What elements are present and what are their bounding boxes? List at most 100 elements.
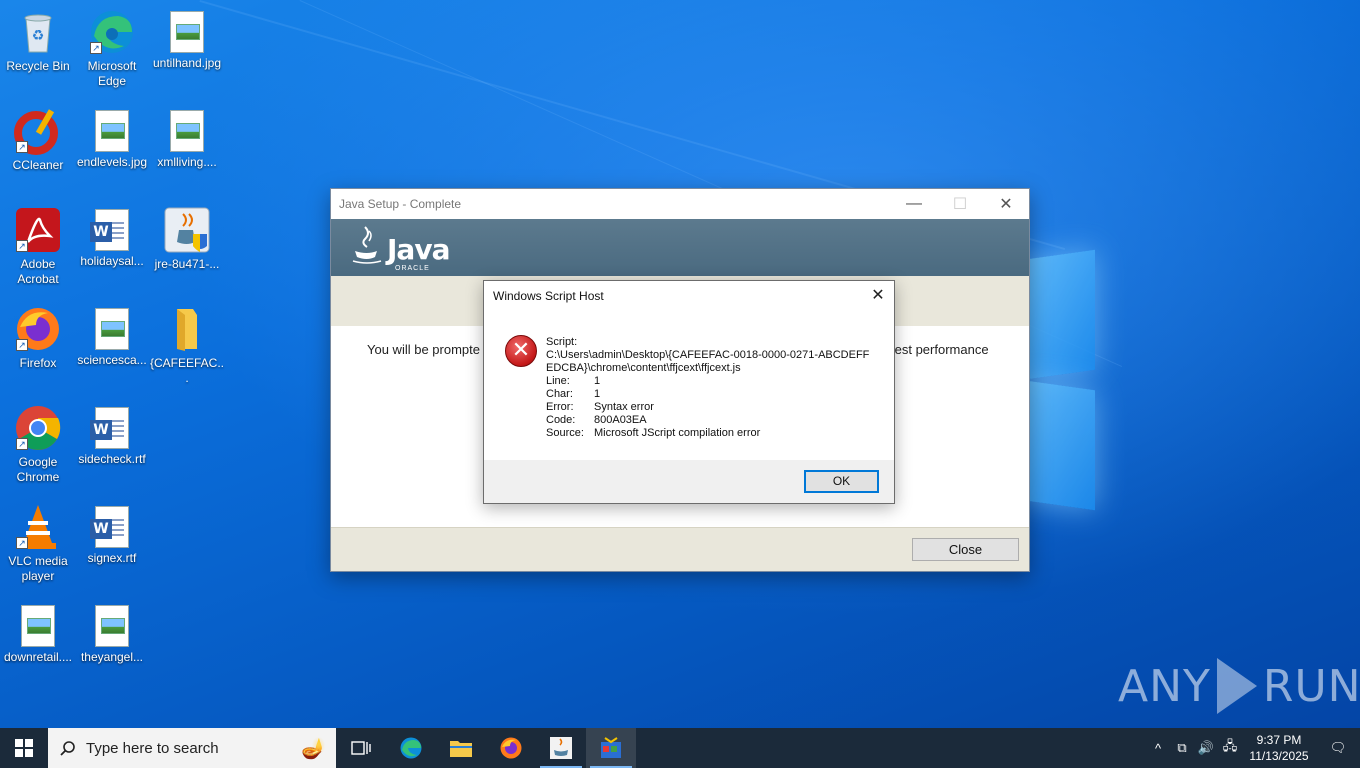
wsh-close-button[interactable]: ✕: [862, 281, 894, 311]
desktop-icon-vlc[interactable]: ↗ VLC media player: [0, 503, 76, 584]
java-footer: Close: [331, 527, 1029, 571]
taskbar-search-box[interactable]: Type here to search 🪔: [48, 728, 336, 768]
start-button[interactable]: [0, 728, 48, 768]
notifications-icon[interactable]: 🗨: [1316, 740, 1360, 756]
desktop-icon-recycle-bin[interactable]: ♻ Recycle Bin: [0, 8, 76, 74]
ok-button[interactable]: OK: [804, 470, 879, 493]
search-highlight-icon: 🪔: [301, 738, 326, 760]
desktop-icon-firefox[interactable]: ↗ Firefox: [0, 305, 76, 371]
close-icon: ✕: [999, 196, 1013, 213]
word-document-icon: W: [90, 209, 129, 251]
desktop-icon-file[interactable]: sciencesca...: [74, 305, 150, 368]
desktop-icon-label: holidaysal...: [80, 254, 144, 268]
system-tray: ^ ⧉ 🔊 🖧 9:37 PM 11/13/2025 🗨: [1146, 728, 1360, 768]
taskbar-firefox[interactable]: [486, 728, 536, 768]
desktop-icon-label: Google Chrome: [16, 455, 60, 484]
java-window-title: Java Setup - Complete: [339, 197, 462, 211]
chrome-icon: ↗: [14, 404, 62, 452]
detail-row: Line: 1: [546, 375, 601, 387]
desktop-icon-label: endlevels.jpg: [76, 155, 148, 169]
play-icon: [1216, 658, 1257, 714]
wsh-content: ✕ Script: C:\Users\admin\Desktop\{CAFEEF…: [484, 311, 894, 461]
detail-row: Code: 800A03EA: [546, 414, 647, 426]
recycle-bin-icon: ♻: [14, 8, 62, 56]
taskbar-file-explorer[interactable]: [436, 728, 486, 768]
desktop-icon-folder[interactable]: {CAFEEFAC...: [149, 305, 225, 386]
clock[interactable]: 9:37 PM 11/13/2025: [1242, 732, 1316, 764]
desktop-icon-ccleaner[interactable]: ↗ CCleaner: [0, 107, 76, 173]
edge-icon: [400, 737, 422, 759]
shortcut-arrow-icon: ↗: [16, 537, 28, 549]
java-message-right: test performance: [891, 342, 989, 357]
wsh-error-details: Script: C:\Users\admin\Desktop\{CAFEEFAC…: [546, 336, 869, 440]
chevron-up-icon[interactable]: ^: [1146, 741, 1170, 756]
wsh-error-dialog: Windows Script Host ✕ ✕ Script: C:\Users…: [483, 280, 895, 504]
wsh-footer: OK: [484, 460, 894, 503]
desktop-icon-label: theyangel...: [80, 650, 144, 664]
desktop-icon-label: untilhand.jpg: [152, 56, 222, 70]
desktop-icon-microsoft-edge[interactable]: ↗ Microsoft Edge: [74, 8, 150, 89]
desktop-icon-file[interactable]: endlevels.jpg: [74, 107, 150, 170]
desktop-icon-file[interactable]: theyangel...: [74, 602, 150, 665]
desktop-icon-label: sciencesca...: [77, 353, 147, 367]
anyrun-watermark: ANY RUN: [1118, 658, 1360, 714]
close-window-button[interactable]: ✕: [983, 189, 1029, 219]
desktop-icon-label: Firefox: [19, 356, 57, 370]
desktop-icon-file[interactable]: W sidecheck.rtf: [74, 404, 150, 467]
desktop-icon-label: Recycle Bin: [6, 59, 70, 73]
network-icon[interactable]: 🖧: [1218, 737, 1242, 759]
taskbar-script-host[interactable]: [586, 728, 636, 768]
volume-icon[interactable]: 🔊: [1194, 740, 1218, 756]
detail-row: Source: Microsoft JScript compilation err…: [546, 427, 761, 439]
java-installer-icon: [163, 206, 211, 254]
search-icon: [60, 741, 75, 756]
error-icon: ✕: [505, 335, 537, 367]
minimize-button[interactable]: —: [891, 189, 937, 219]
maximize-button[interactable]: ☐: [937, 189, 983, 219]
minimize-icon: —: [906, 195, 922, 212]
clock-date: 11/13/2025: [1249, 749, 1309, 763]
close-icon: ✕: [871, 287, 885, 304]
desktop-icon-file[interactable]: downretail....: [0, 602, 76, 665]
acrobat-icon: ↗: [14, 206, 62, 254]
taskbar-java-setup[interactable]: [536, 728, 586, 768]
desktop-icon-google-chrome[interactable]: ↗ Google Chrome: [0, 404, 76, 485]
script-host-icon: [601, 737, 621, 758]
search-placeholder: Type here to search: [86, 739, 219, 757]
shortcut-arrow-icon: ↗: [16, 141, 28, 153]
vlc-icon: ↗: [14, 503, 62, 551]
clock-time: 9:37 PM: [1256, 733, 1302, 747]
svg-text:♻: ♻: [32, 27, 45, 43]
folder-icon: [163, 305, 211, 353]
java-banner: Java ORACLE: [331, 219, 1029, 276]
desktop-icon-file[interactable]: untilhand.jpg: [149, 8, 225, 71]
close-button[interactable]: Close: [912, 538, 1019, 561]
java-cup-icon: [351, 225, 383, 265]
desktop-icon-java-installer[interactable]: jre-8u471-...: [149, 206, 225, 272]
desktop-icon-label: CCleaner: [12, 158, 64, 172]
firefox-icon: [500, 737, 522, 759]
desktop: ♻ Recycle Bin ↗ CCleaner ↗ Adobe Acrobat…: [0, 0, 1360, 728]
task-view-button[interactable]: [336, 728, 386, 768]
folder-icon: [450, 741, 472, 757]
ccleaner-icon: ↗: [14, 107, 62, 155]
desktop-icon-file[interactable]: xmlliving....: [149, 107, 225, 170]
desktop-icon-file[interactable]: W holidaysal...: [74, 206, 150, 269]
taskbar-edge[interactable]: [386, 728, 436, 768]
shortcut-arrow-icon: ↗: [16, 438, 28, 450]
image-file-icon: [95, 110, 129, 152]
desktop-icon-label: Microsoft Edge: [87, 59, 137, 88]
detail-row: Char: 1: [546, 388, 601, 400]
shortcut-arrow-icon: ↗: [16, 240, 28, 252]
image-file-icon: [95, 605, 129, 647]
java-icon: [550, 737, 572, 759]
desktop-icon-file[interactable]: W signex.rtf: [74, 503, 150, 566]
taskbar: Type here to search 🪔 ^ ⧉ 🔊 🖧 9:37 PM 11…: [0, 728, 1360, 768]
desktop-icon-adobe-acrobat[interactable]: ↗ Adobe Acrobat: [0, 206, 76, 287]
windows-start-icon: [15, 739, 33, 757]
script-path-line1: C:\Users\admin\Desktop\{CAFEEFAC-0018-00…: [546, 349, 870, 361]
wsh-title: Windows Script Host: [493, 289, 604, 303]
image-file-icon: [170, 11, 204, 53]
meet-now-icon[interactable]: ⧉: [1170, 740, 1194, 756]
watermark-text-right: RUN: [1262, 660, 1360, 712]
